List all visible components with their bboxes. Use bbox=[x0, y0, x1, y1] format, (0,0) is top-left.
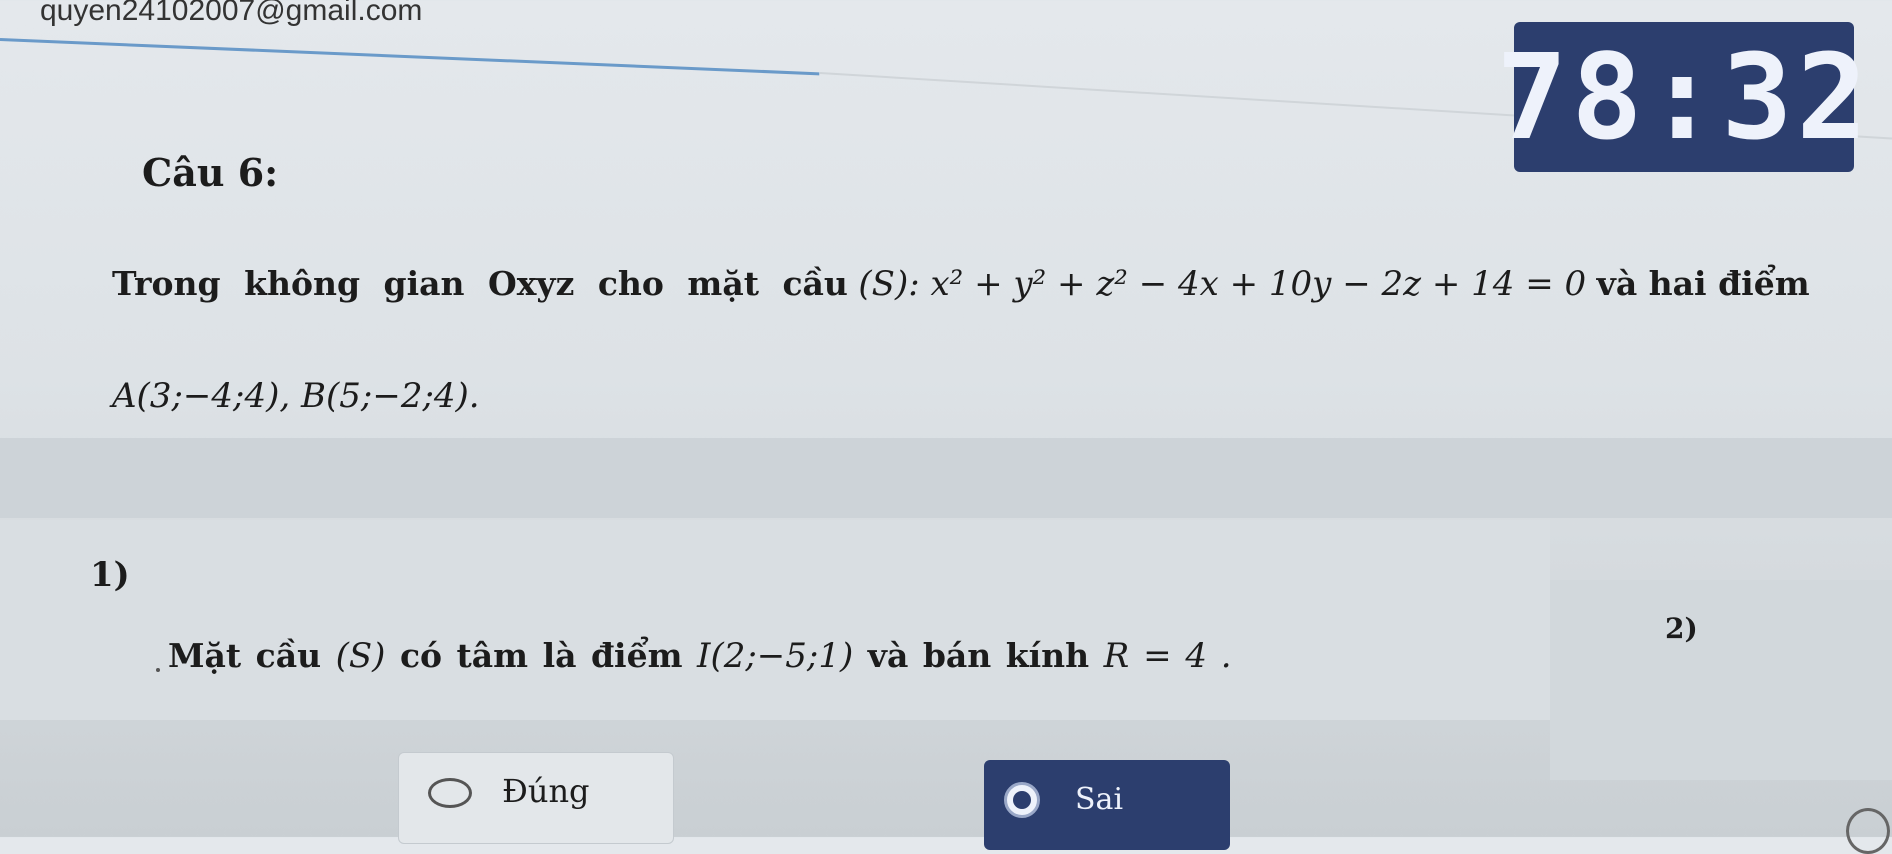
question-tail-text: và hai điểm bbox=[1596, 264, 1810, 303]
question-body: Trong không gian Oxyz cho mặt cầu (S): x… bbox=[112, 228, 1872, 452]
statement-mid-text-2: và bán kính bbox=[867, 636, 1090, 675]
statement-math-radius: R = 4 . bbox=[1103, 636, 1232, 676]
statement-1: Mặt cầu (S) có tâm là điểm I(2;−5;1) và … bbox=[168, 636, 1232, 676]
sphere-equation: (S): x² + y² + z² − 4x + 10y − 2z + 14 =… bbox=[858, 264, 1587, 304]
radio-false-selected[interactable] bbox=[1004, 782, 1040, 818]
points-definition: A(3;−4;4), B(5;−2;4). bbox=[112, 376, 480, 416]
item-number-1: 1) bbox=[90, 555, 130, 595]
option-true-label: Đúng bbox=[502, 772, 590, 810]
statement-card-1 bbox=[0, 520, 1550, 720]
statement-math-sphere: (S) bbox=[335, 636, 386, 676]
option-false-label: Sai bbox=[1075, 782, 1124, 817]
header-divider bbox=[0, 38, 820, 76]
radio-item-2[interactable] bbox=[1846, 808, 1890, 854]
statement-text: Mặt cầu bbox=[168, 636, 322, 675]
section-band bbox=[0, 438, 1892, 518]
statement-math-center: I(2;−5;1) bbox=[697, 636, 854, 676]
bullet-dot bbox=[156, 668, 160, 672]
item-number-2: 2) bbox=[1665, 612, 1698, 645]
question-title: Câu 6: bbox=[142, 150, 279, 195]
countdown-timer: 78:32 bbox=[1496, 22, 1868, 172]
user-email: quyen24102007@gmail.com bbox=[40, 0, 423, 27]
question-lead-text: Trong không gian Oxyz cho mặt cầu bbox=[112, 264, 848, 303]
radio-true[interactable] bbox=[428, 778, 472, 808]
statement-card-2 bbox=[1550, 580, 1892, 780]
statement-mid-text: có tâm là điểm bbox=[399, 636, 683, 675]
